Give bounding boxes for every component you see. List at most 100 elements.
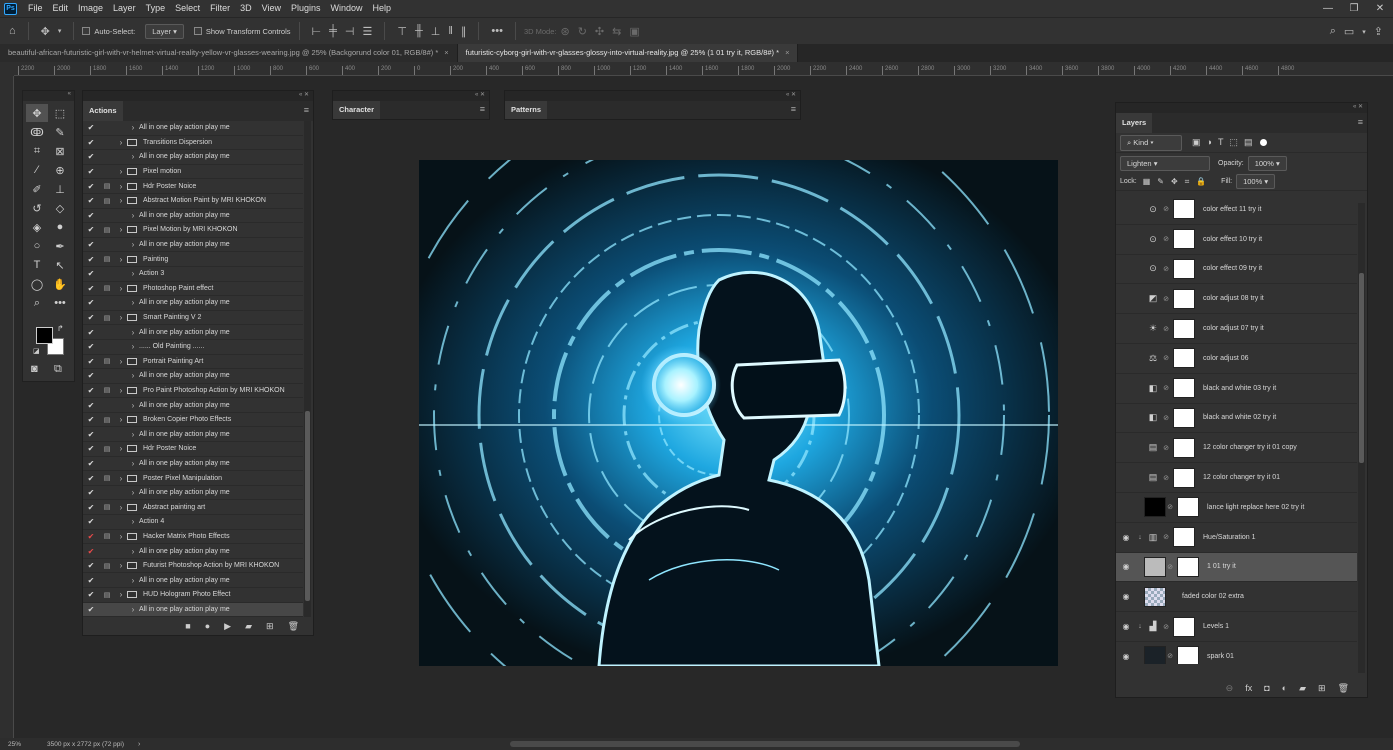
ellipse-tool-icon[interactable]: ◯	[26, 275, 48, 293]
action-row[interactable]: ✔ › Action 4	[83, 515, 303, 530]
layer-mask-thumbnail[interactable]	[1173, 288, 1195, 309]
menu-view[interactable]: View	[257, 0, 286, 17]
toggle-check-icon[interactable]: ✔	[83, 313, 99, 322]
layer-mask-thumbnail[interactable]	[1173, 527, 1195, 548]
action-set-row[interactable]: ✔ › Transitions Dispersion	[83, 136, 303, 151]
move-tool-icon[interactable]: ✥	[41, 25, 50, 38]
link-icon[interactable]: ⊘	[1162, 265, 1170, 273]
action-set-row[interactable]: ✔ ▤ › Photoshop Paint effect	[83, 282, 303, 297]
pan-3d-icon[interactable]: ✣	[595, 25, 604, 38]
toggle-check-icon[interactable]: ✔	[83, 284, 99, 293]
action-row[interactable]: ✔ › All in one play action play me	[83, 457, 303, 472]
layer-row[interactable]: ◉ ⊘ spark 01	[1116, 642, 1357, 664]
distribute-h-icon[interactable]: ∥	[461, 25, 467, 38]
dialog-toggle-icon[interactable]: ▤	[99, 197, 115, 205]
chevron-right-icon[interactable]: ›	[115, 255, 127, 264]
visibility-eye-icon[interactable]: ◉	[1116, 533, 1136, 542]
chevron-right-icon[interactable]: ›	[115, 532, 127, 541]
chevron-right-icon[interactable]: ›	[115, 313, 127, 322]
tab-layers[interactable]: Layers	[1116, 113, 1153, 133]
delete-layer-icon[interactable]: 🗑	[1338, 683, 1349, 694]
new-set-folder-icon[interactable]: ▰	[245, 621, 252, 632]
align-center-icon[interactable]: ╪	[329, 25, 337, 37]
actions-list[interactable]: ✔ › All in one play action play me ✔ › Transi…	[83, 121, 303, 617]
orbit-3d-icon[interactable]: ⊛	[560, 25, 569, 38]
toggle-check-icon[interactable]: ✔	[83, 547, 99, 556]
layer-mask-thumbnail[interactable]	[1173, 616, 1195, 637]
action-set-row[interactable]: ✔ ▤ › Futurist Photoshop Action by MRI KHOK…	[83, 559, 303, 574]
link-icon[interactable]: ⊘	[1162, 623, 1170, 631]
share-icon[interactable]: ⇪	[1374, 25, 1383, 38]
align-right-icon[interactable]: ⊣	[345, 25, 355, 38]
document-tab-1[interactable]: beautiful-african-futuristic-girl-with-v…	[0, 44, 458, 62]
chevron-right-icon[interactable]: ›	[115, 284, 127, 293]
toggle-check-icon[interactable]: ✔	[83, 167, 99, 176]
slide-3d-icon[interactable]: ⇆	[612, 25, 621, 38]
panel-menu-icon[interactable]: ≡	[304, 105, 309, 115]
zoom-tool-icon[interactable]: ⌕	[26, 294, 48, 312]
link-icon[interactable]: ⊘	[1162, 474, 1170, 482]
layer-row[interactable]: ◧ ⊘ black and white 02 try it	[1116, 404, 1357, 434]
visibility-eye-icon[interactable]: ◉	[1116, 652, 1136, 661]
layer-row[interactable]: ⊘ lance light replace here 02 try it	[1116, 493, 1357, 523]
layer-mask-thumbnail[interactable]	[1177, 556, 1199, 577]
chevron-right-icon[interactable]: ›	[127, 488, 139, 497]
toggle-check-icon[interactable]: ✔	[83, 298, 99, 307]
link-icon[interactable]: ⊘	[1162, 235, 1170, 243]
toggle-check-icon[interactable]: ✔	[83, 488, 99, 497]
adjustment-icon[interactable]: ◧	[1144, 412, 1162, 423]
show-transform-checkbox[interactable]: Show Transform Controls	[189, 18, 296, 45]
action-row[interactable]: ✔ › All in one play action play me	[83, 427, 303, 443]
menu-3d[interactable]: 3D	[235, 0, 257, 17]
chevron-right-icon[interactable]: ›	[115, 415, 127, 424]
layer-row[interactable]: ⊙ ⊘ color effect 10 try it	[1116, 225, 1357, 255]
chevron-right-icon[interactable]: ›	[127, 240, 139, 249]
chevron-right-icon[interactable]: ›	[127, 211, 139, 220]
toggle-check-icon[interactable]: ✔	[83, 459, 99, 468]
layer-thumbnail[interactable]	[1144, 586, 1166, 607]
blur-tool-icon[interactable]: ●	[49, 218, 71, 236]
fill-input[interactable]: 100% ▾	[1236, 174, 1276, 189]
layer-row[interactable]: ◉ ↓ ▥ ⊘ Hue/Saturation 1	[1116, 523, 1357, 553]
lasso-tool-icon[interactable]: ↂ	[26, 123, 48, 141]
action-row[interactable]: ✔ › All in one play action play me	[83, 121, 303, 136]
layer-row[interactable]: ▤ ⊘ 12 color changer try it 01	[1116, 463, 1357, 493]
chevron-right-icon[interactable]: ›	[115, 503, 127, 512]
lock-icons[interactable]: ▦✎✥⌗🔒	[1143, 177, 1213, 187]
scale-3d-icon[interactable]: ▣	[629, 25, 639, 38]
scrollbar-thumb[interactable]	[1359, 273, 1364, 463]
eraser-tool-icon[interactable]: ◇	[49, 199, 71, 217]
action-set-row[interactable]: ✔ ▤ › Hdr Poster Noice	[83, 179, 303, 194]
toggle-check-icon[interactable]: ✔	[83, 269, 99, 278]
toggle-check-icon[interactable]: ✔	[83, 386, 99, 395]
chevron-right-icon[interactable]: ›	[127, 459, 139, 468]
new-group-icon[interactable]: ▰	[1299, 683, 1306, 694]
move-tool-icon[interactable]: ✥	[26, 104, 48, 122]
toggle-check-icon[interactable]: ✔	[83, 503, 99, 512]
type-tool-icon[interactable]: T	[26, 256, 48, 274]
action-row[interactable]: ✔ › All in one play action play me	[83, 209, 303, 224]
chevron-right-icon[interactable]: ›	[127, 371, 139, 380]
chevron-right-icon[interactable]: ›	[138, 741, 140, 748]
align-bottom-icon[interactable]: ⊥	[431, 25, 441, 38]
chevron-right-icon[interactable]: ›	[115, 225, 127, 234]
adjustment-icon[interactable]: ⊙	[1144, 204, 1162, 215]
toggle-check-icon[interactable]: ✔	[83, 576, 99, 585]
chevron-right-icon[interactable]: ›	[127, 605, 139, 614]
action-set-row[interactable]: ✔ ▤ › Smart Painting V 2	[83, 311, 303, 326]
roll-3d-icon[interactable]: ↻	[578, 25, 587, 38]
toggle-check-icon[interactable]: ✔	[83, 152, 99, 161]
chevron-down-icon[interactable]: ▾	[1362, 28, 1366, 36]
menu-layer[interactable]: Layer	[108, 0, 141, 17]
layers-scrollbar[interactable]	[1358, 203, 1365, 673]
link-icon[interactable]: ⊘	[1162, 354, 1170, 362]
adjustment-icon[interactable]: ⊙	[1144, 263, 1162, 274]
toggle-check-icon[interactable]: ✔	[83, 532, 99, 541]
minimize-button[interactable]: —	[1315, 0, 1341, 17]
kind-filter-dropdown[interactable]: ⌕ Kind ▾	[1120, 134, 1182, 151]
chevron-right-icon[interactable]: ›	[115, 167, 127, 176]
toggle-check-icon[interactable]: ✔	[83, 474, 99, 483]
align-left-icon[interactable]: ⊢	[312, 25, 322, 38]
crop-tool-icon[interactable]: ⌗	[26, 142, 48, 160]
action-set-row[interactable]: ✔ ▤ › HUD Hologram Photo Effect	[83, 588, 303, 603]
